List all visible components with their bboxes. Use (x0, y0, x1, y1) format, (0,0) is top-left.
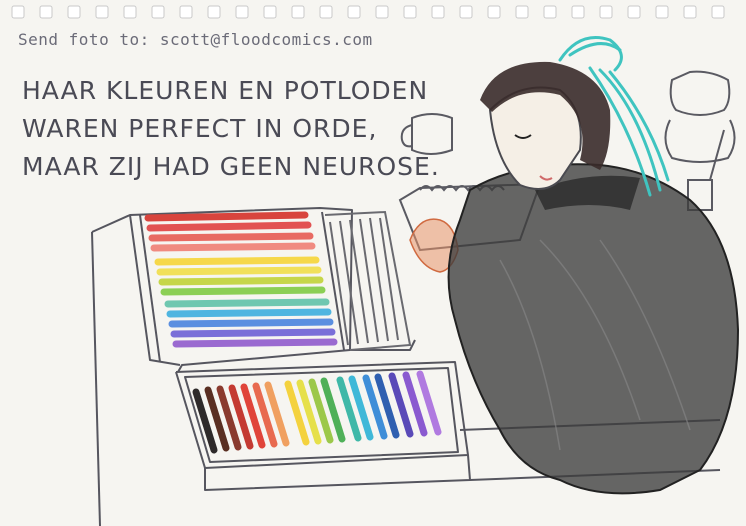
caption-line-2: WAREN PERFECT IN ORDE, (22, 114, 378, 143)
caption-line-1: HAAR KLEUREN EN POTLODEN (22, 76, 429, 105)
colored-pencils-tray (144, 211, 338, 348)
crayons-tray (192, 370, 442, 454)
sketchbook-page: Send foto to: scott@floodcomics.com HAAR… (0, 0, 746, 526)
header-note: Send foto to: scott@floodcomics.com (18, 30, 373, 49)
caption: HAAR KLEUREN EN POTLODEN WAREN PERFECT I… (22, 72, 440, 186)
graphite-pencils (324, 210, 412, 351)
binding-holes (11, 5, 725, 19)
caption-line-3: MAAR ZIJ HAD GEEN NEUROSE. (22, 152, 440, 181)
figure-sweater (447, 163, 740, 495)
